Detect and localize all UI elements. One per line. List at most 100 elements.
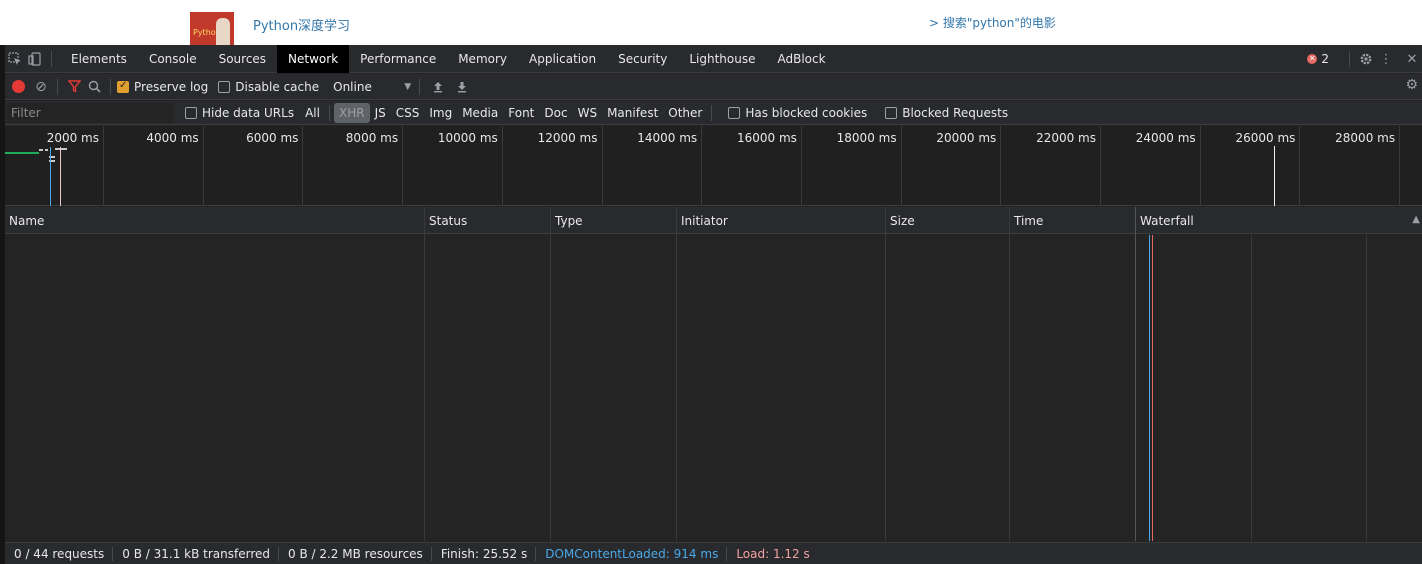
- overview-gridline: [1100, 126, 1101, 206]
- overview-dcl-line: [50, 147, 51, 206]
- tab-network[interactable]: Network: [277, 44, 350, 73]
- disable-cache-box[interactable]: [218, 80, 231, 93]
- filter-type-css[interactable]: CSS: [391, 103, 425, 123]
- tab-lighthouse[interactable]: Lighthouse: [678, 45, 766, 73]
- record-button[interactable]: [12, 80, 25, 93]
- filter-type-doc[interactable]: Doc: [539, 103, 572, 123]
- overview-tick-label: 16000 ms: [736, 131, 797, 145]
- close-devtools-icon[interactable]: ✕: [1402, 49, 1422, 69]
- panel-tabs: Elements Console Sources Network Performance…: [60, 44, 837, 73]
- filter-type-all[interactable]: All: [300, 103, 325, 123]
- filter-funnel-icon[interactable]: [64, 77, 84, 97]
- column-divider: [1009, 207, 1010, 541]
- preserve-log-checkbox[interactable]: Preserve log: [117, 80, 208, 94]
- export-har-icon[interactable]: [450, 77, 474, 97]
- column-header-waterfall[interactable]: Waterfall: [1136, 207, 1422, 234]
- throttling-value: Online: [333, 79, 372, 94]
- tab-sources[interactable]: Sources: [208, 45, 277, 73]
- more-options-icon[interactable]: ⋮: [1376, 49, 1396, 69]
- tab-adblock[interactable]: AdBlock: [767, 45, 837, 73]
- waterfall-dcl-line: [1149, 235, 1150, 541]
- overview-tick-label: 24000 ms: [1135, 131, 1196, 145]
- filter-type-img[interactable]: Img: [424, 103, 457, 123]
- filter-type-font[interactable]: Font: [503, 103, 539, 123]
- overview-load-line: [60, 147, 61, 206]
- inspect-element-icon[interactable]: [5, 49, 25, 69]
- network-settings-gear-icon[interactable]: ⚙: [1405, 77, 1418, 93]
- search-movie-link[interactable]: > 搜索"python"的电影: [929, 14, 1056, 31]
- overview-tick-label: 18000 ms: [836, 131, 897, 145]
- filter-type-js[interactable]: JS: [370, 103, 391, 123]
- overview-gridline: [1199, 126, 1201, 206]
- overview-request-bar: [5, 152, 39, 154]
- overview-gridline: [1399, 126, 1401, 206]
- disable-cache-checkbox[interactable]: Disable cache: [218, 80, 319, 94]
- tab-elements[interactable]: Elements: [60, 45, 138, 73]
- tabbar-right-separator: [1349, 51, 1350, 67]
- overview-tick-label: 14000 ms: [637, 131, 698, 145]
- resource-type-filters: All XHR JS CSS Img Media Font Doc WS Manifest Othe…: [300, 102, 707, 123]
- column-header-name[interactable]: Name: [5, 207, 425, 234]
- overview-request-mark: [39, 149, 43, 151]
- webpage-strip: Python Python深度学习 > 搜索"python"的电影: [0, 0, 1422, 45]
- has-blocked-cookies-box[interactable]: [728, 106, 741, 119]
- disable-cache-label: Disable cache: [235, 79, 320, 94]
- overview-tick-label: 6000 ms: [246, 131, 299, 145]
- filter-type-ws[interactable]: WS: [573, 103, 602, 123]
- load-time: Load: 1.12 s: [736, 546, 810, 561]
- import-har-icon[interactable]: [426, 77, 450, 97]
- overview-request-mark: [55, 148, 67, 150]
- column-divider: [550, 207, 551, 541]
- hide-data-urls-checkbox[interactable]: Hide data URLs: [185, 106, 294, 120]
- tab-memory[interactable]: Memory: [447, 45, 518, 73]
- transferred-size: 0 B / 31.1 kB transferred: [113, 546, 279, 561]
- error-counter[interactable]: ✕ 2: [1307, 52, 1329, 66]
- request-count: 0 / 44 requests: [5, 546, 114, 561]
- waterfall-load-line: [1152, 235, 1153, 541]
- overview-gridline: [103, 126, 104, 206]
- tab-performance[interactable]: Performance: [349, 45, 447, 73]
- network-overview-timeline[interactable]: 2000 ms 4000 ms 6000 ms 8000 ms 10000 ms 1200…: [5, 126, 1422, 206]
- hide-data-urls-box[interactable]: [185, 106, 197, 119]
- book-title-link[interactable]: Python深度学习: [253, 15, 350, 34]
- has-blocked-cookies-checkbox[interactable]: Has blocked cookies: [728, 106, 867, 120]
- overview-request-mark: [45, 149, 48, 151]
- overview-tick-label: 8000 ms: [345, 131, 399, 145]
- column-header-time[interactable]: Time: [1010, 207, 1136, 234]
- overview-gridline: [701, 126, 703, 206]
- chevron-down-icon: ▼: [404, 81, 412, 92]
- settings-gear-icon[interactable]: [1356, 49, 1376, 69]
- filter-type-other[interactable]: Other: [663, 103, 707, 123]
- overview-tick-label: 4000 ms: [146, 131, 199, 145]
- blocked-requests-box[interactable]: [885, 106, 898, 119]
- overview-finish-line: [1274, 146, 1275, 206]
- device-toolbar-icon[interactable]: [25, 49, 45, 69]
- tab-console[interactable]: Console: [138, 45, 208, 73]
- sort-ascending-icon[interactable]: ▲: [1412, 214, 1420, 225]
- filter-type-manifest[interactable]: Manifest: [602, 103, 663, 123]
- resources-size: 0 B / 2.2 MB resources: [279, 546, 432, 561]
- search-icon[interactable]: [84, 77, 104, 97]
- filter-input[interactable]: Filter: [7, 102, 173, 123]
- dom-content-loaded-time: DOMContentLoaded: 914 ms: [536, 546, 728, 561]
- tab-security[interactable]: Security: [607, 45, 678, 73]
- column-header-initiator[interactable]: Initiator: [677, 207, 886, 234]
- tab-application[interactable]: Application: [518, 45, 607, 73]
- blocked-requests-checkbox[interactable]: Blocked Requests: [885, 106, 1008, 120]
- throttling-select[interactable]: Online ▼: [333, 80, 411, 94]
- overview-tick-label: 10000 ms: [437, 131, 498, 145]
- filter-type-media[interactable]: Media: [457, 103, 503, 123]
- overview-tick-label: 26000 ms: [1235, 131, 1296, 145]
- network-filterbar: Filter Hide data URLs All XHR JS CSS Img Medi…: [5, 101, 1422, 125]
- column-header-status[interactable]: Status: [425, 207, 551, 234]
- overview-tick-label: 22000 ms: [1036, 131, 1096, 145]
- network-toolbar: ⊘ Preserve log Disable cache Online ▼ ⚙: [5, 74, 1422, 100]
- waterfall-gridline: [1366, 235, 1367, 541]
- column-header-type[interactable]: Type: [551, 207, 677, 234]
- book-cover-image[interactable]: Python: [190, 12, 234, 45]
- column-header-size[interactable]: Size: [886, 207, 1010, 234]
- clear-log-icon[interactable]: ⊘: [31, 77, 51, 97]
- filter-type-xhr[interactable]: XHR: [333, 102, 370, 123]
- overview-gridline: [1299, 126, 1301, 206]
- preserve-log-box[interactable]: [117, 80, 129, 93]
